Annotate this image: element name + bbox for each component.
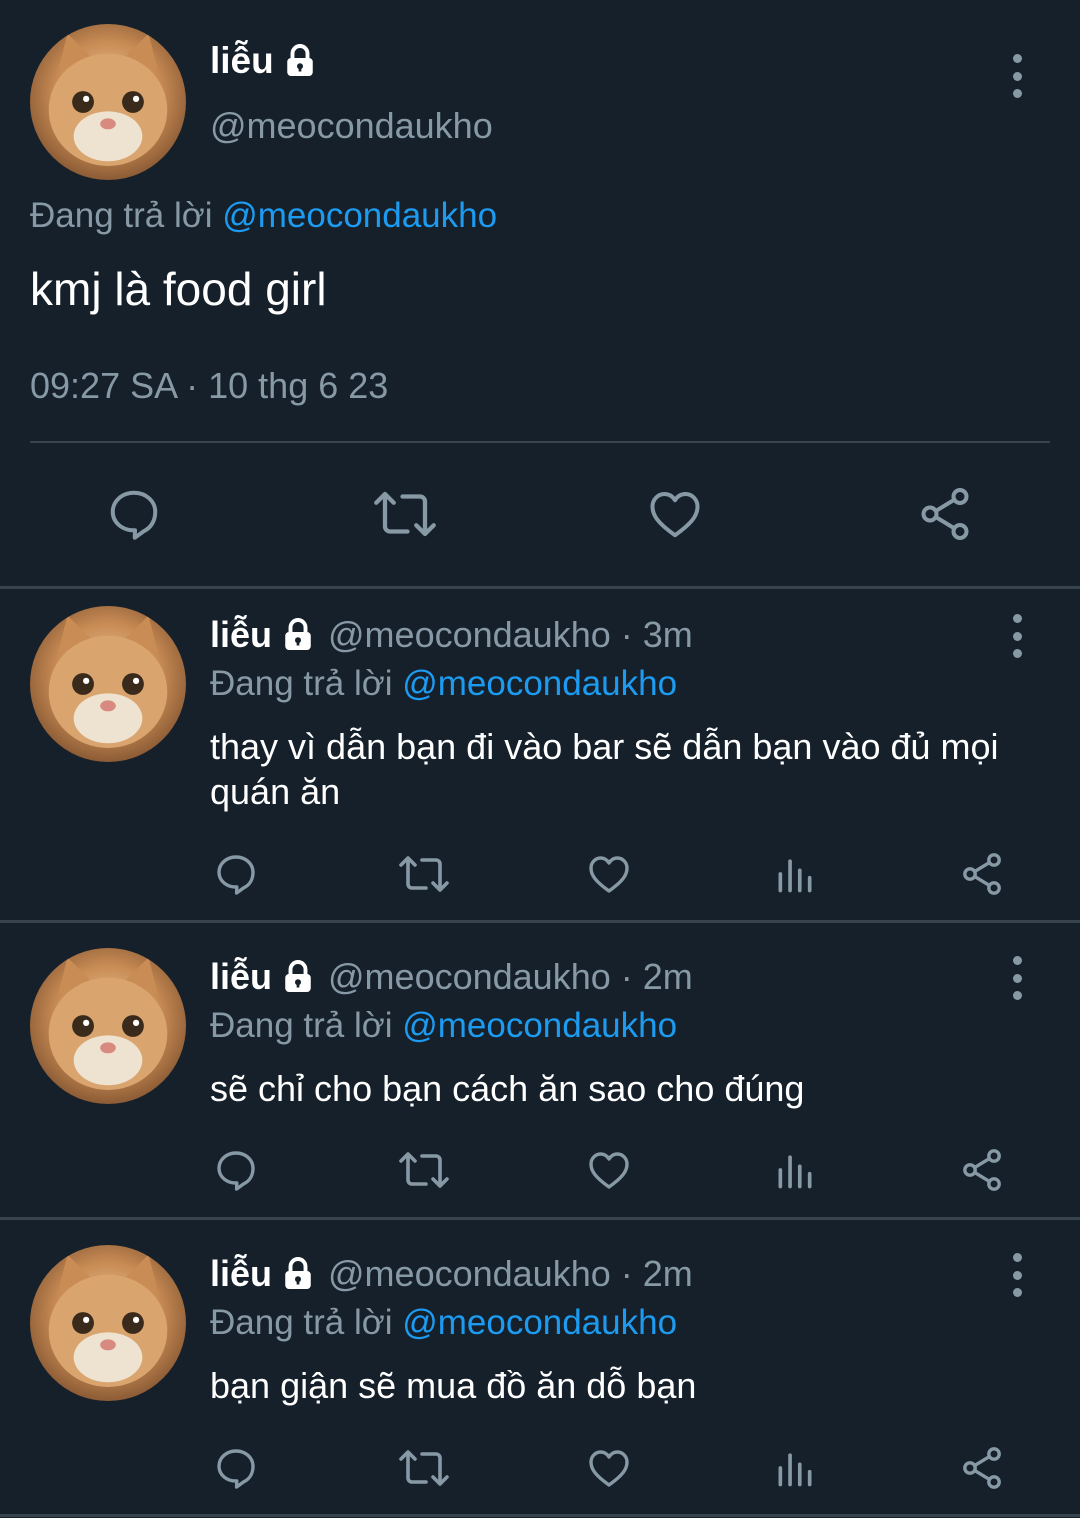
author-name: liễu	[210, 956, 273, 997]
author-name: liễu	[210, 40, 274, 81]
author-row[interactable]: liễu @meocondaukho · 2m	[210, 956, 693, 998]
more-options-icon[interactable]	[1007, 54, 1027, 98]
retweet-icon[interactable]	[396, 850, 452, 898]
analytics-icon[interactable]	[773, 1444, 817, 1492]
cat-avatar-image	[48, 615, 168, 748]
author-row[interactable]: liễu @meocondaukho · 3m	[210, 614, 693, 656]
avatar[interactable]	[30, 1245, 186, 1401]
author-handle: @meocondaukho	[328, 614, 611, 655]
tweet-time: · 2m	[620, 1253, 693, 1294]
tweet-time: · 3m	[620, 614, 693, 655]
author-name: liễu	[210, 614, 273, 655]
lock-icon	[285, 960, 311, 992]
replying-prefix: Đang trả lời	[210, 1303, 393, 1342]
share-icon[interactable]	[958, 1444, 1006, 1492]
retweet-icon[interactable]	[370, 484, 440, 544]
replying-to: Đang trả lời @meocondaukho	[30, 196, 497, 236]
replying-to-mention[interactable]: @meocondaukho	[402, 664, 677, 703]
lock-icon	[285, 1257, 311, 1289]
lock-icon	[287, 44, 313, 76]
like-icon[interactable]	[645, 484, 705, 544]
avatar[interactable]	[30, 606, 186, 762]
more-options-icon[interactable]	[1007, 956, 1027, 1000]
author-row[interactable]: liễu @meocondaukho · 2m	[210, 1253, 693, 1295]
tweet-text: bạn giận sẽ mua đồ ăn dỗ bạn	[210, 1365, 697, 1406]
author-handle: @meocondaukho	[328, 1253, 611, 1294]
author-name: liễu	[210, 1253, 273, 1294]
more-options-icon[interactable]	[1007, 1253, 1027, 1297]
replying-prefix: Đang trả lời	[210, 1006, 393, 1045]
author-name-row[interactable]: liễu	[210, 40, 318, 82]
cat-avatar-image	[48, 957, 168, 1090]
tweet-timestamp[interactable]: 09:27 SA · 10 thg 6 23	[30, 365, 388, 407]
replying-to: Đang trả lời @meocondaukho	[210, 1006, 677, 1046]
share-icon[interactable]	[915, 484, 975, 544]
replying-to-mention[interactable]: @meocondaukho	[402, 1303, 677, 1342]
divider	[0, 1217, 1080, 1220]
replying-to-mention[interactable]: @meocondaukho	[402, 1006, 677, 1045]
replying-prefix: Đang trả lời	[30, 196, 213, 235]
reply-icon[interactable]	[212, 1444, 260, 1492]
replying-to: Đang trả lời @meocondaukho	[210, 664, 677, 704]
retweet-icon[interactable]	[396, 1146, 452, 1194]
tweet-text: kmj là food girl	[30, 263, 327, 315]
tweet-time: · 2m	[620, 956, 693, 997]
avatar[interactable]	[30, 24, 186, 180]
retweet-icon[interactable]	[396, 1444, 452, 1492]
divider	[0, 920, 1080, 923]
replying-to: Đang trả lời @meocondaukho	[210, 1303, 677, 1343]
reply-icon[interactable]	[212, 1146, 260, 1194]
divider	[30, 441, 1050, 443]
author-handle: @meocondaukho	[328, 956, 611, 997]
replying-to-mention[interactable]: @meocondaukho	[222, 196, 497, 235]
like-icon[interactable]	[585, 1444, 633, 1492]
analytics-icon[interactable]	[773, 850, 817, 898]
reply-icon[interactable]	[212, 850, 260, 898]
more-options-icon[interactable]	[1007, 614, 1027, 658]
cat-avatar-image	[48, 1254, 168, 1387]
tweet-text: sẽ chỉ cho bạn cách ăn sao cho đúng	[210, 1068, 805, 1109]
analytics-icon[interactable]	[773, 1146, 817, 1194]
lock-icon	[285, 618, 311, 650]
divider	[0, 1514, 1080, 1517]
avatar[interactable]	[30, 948, 186, 1104]
like-icon[interactable]	[585, 850, 633, 898]
cat-avatar-image	[48, 33, 168, 166]
replying-prefix: Đang trả lời	[210, 664, 393, 703]
reply-icon[interactable]	[104, 484, 164, 544]
share-icon[interactable]	[958, 850, 1006, 898]
author-handle[interactable]: @meocondaukho	[210, 105, 493, 147]
tweet-text: thay vì dẫn bạn đi vào bar sẽ dẫn bạn và…	[210, 726, 999, 812]
like-icon[interactable]	[585, 1146, 633, 1194]
divider	[0, 586, 1080, 589]
share-icon[interactable]	[958, 1146, 1006, 1194]
main-tweet: liễu @meocondaukho Đang trả lời @meocond…	[0, 0, 1080, 587]
